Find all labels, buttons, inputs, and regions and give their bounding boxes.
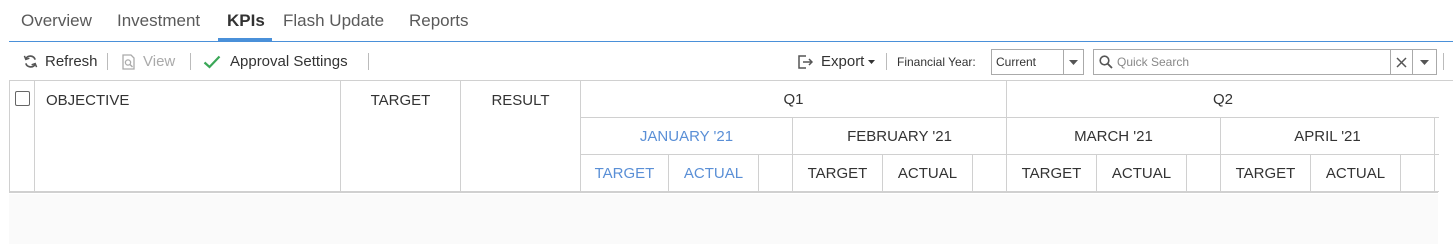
month-header-january: JANUARY '21: [581, 118, 793, 155]
tab-kpis[interactable]: KPIs: [227, 10, 265, 32]
subheader-march-extra: [1187, 155, 1221, 192]
close-icon: [1396, 56, 1407, 68]
export-button[interactable]: Export: [796, 42, 876, 81]
column-header-objective[interactable]: OBJECTIVE: [35, 81, 341, 192]
subheader-april-target[interactable]: TARGET: [1221, 155, 1311, 192]
subheader-february-actual[interactable]: ACTUAL: [883, 155, 973, 192]
subheader-february-extra: [973, 155, 1007, 192]
chevron-down-icon: [1420, 59, 1429, 65]
subheader-january-target[interactable]: TARGET: [581, 155, 669, 192]
financial-year-select[interactable]: Current: [991, 49, 1084, 75]
toolbar-separator: [886, 53, 887, 70]
tab-bar: Overview Investment KPIs Flash Update Re…: [0, 0, 1453, 42]
month-header-march: MARCH '21: [1007, 118, 1221, 155]
tab-investment[interactable]: Investment: [117, 10, 200, 32]
toolbar-separator: [190, 53, 191, 70]
subheader-march-target[interactable]: TARGET: [1007, 155, 1097, 192]
subheader-april-extra: [1401, 155, 1435, 192]
quarter-header-q1: Q1: [581, 81, 1007, 118]
tab-flash-update[interactable]: Flash Update: [283, 10, 384, 32]
refresh-label: Refresh: [45, 53, 98, 70]
approval-settings-label: Approval Settings: [230, 53, 348, 70]
chevron-down-icon[interactable]: [1063, 50, 1083, 74]
export-label: Export: [821, 53, 865, 70]
view-icon: [119, 53, 137, 71]
toolbar-separator: [107, 53, 108, 70]
subheader-january-extra: [759, 155, 793, 192]
view-button[interactable]: View: [119, 42, 175, 81]
column-header-result[interactable]: RESULT: [461, 81, 581, 192]
clear-search-button[interactable]: [1390, 50, 1412, 74]
subheader-overflow: [1435, 155, 1439, 192]
quick-search-box: [1093, 49, 1437, 75]
column-header-target[interactable]: TARGET: [341, 81, 461, 192]
month-header-april: APRIL '21: [1221, 118, 1435, 155]
approval-settings-button[interactable]: Approval Settings: [202, 42, 348, 81]
search-options-button[interactable]: [1412, 50, 1436, 74]
toolbar-separator: [368, 53, 369, 70]
toolbar-separator: [1443, 53, 1444, 70]
tab-overview[interactable]: Overview: [21, 10, 92, 32]
select-all-checkbox[interactable]: [14, 91, 30, 106]
search-icon: [1099, 55, 1113, 69]
quick-search-input[interactable]: [1113, 51, 1383, 73]
subheader-january-actual[interactable]: ACTUAL: [669, 155, 759, 192]
quarter-header-q2: Q2: [1007, 81, 1439, 118]
refresh-button[interactable]: Refresh: [21, 42, 98, 81]
toolbar: Refresh View Approval Settings Export Fi…: [9, 42, 1453, 81]
month-header-overflow: [1435, 118, 1439, 155]
check-icon: [202, 53, 222, 71]
refresh-icon: [21, 53, 39, 71]
financial-year-value: Current: [996, 55, 1037, 69]
tab-reports[interactable]: Reports: [409, 10, 469, 32]
view-label: View: [143, 53, 176, 70]
kpi-grid: OBJECTIVE TARGET RESULT Q1 Q2 JANUARY '2…: [9, 81, 1439, 193]
export-icon: [796, 53, 814, 71]
chevron-down-icon: [868, 59, 876, 64]
grid-body-empty: [9, 194, 1438, 244]
subheader-february-target[interactable]: TARGET: [793, 155, 883, 192]
subheader-march-actual[interactable]: ACTUAL: [1097, 155, 1187, 192]
select-all-cell: [10, 81, 35, 192]
subheader-april-actual[interactable]: ACTUAL: [1311, 155, 1401, 192]
financial-year-label: Financial Year:: [897, 54, 976, 69]
month-header-february: FEBRUARY '21: [793, 118, 1007, 155]
